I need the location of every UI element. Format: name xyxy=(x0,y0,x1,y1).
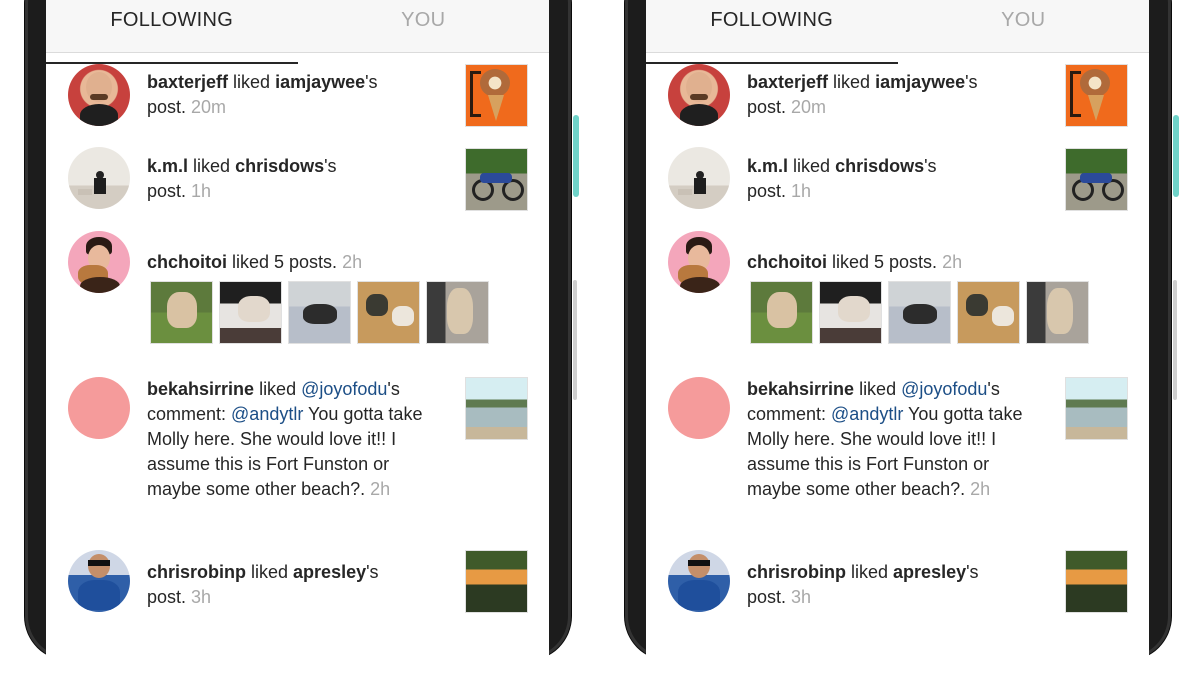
mention-link[interactable]: @joyofodu xyxy=(301,379,387,399)
timestamp: 20m xyxy=(191,97,227,117)
target-username[interactable]: chrisdows xyxy=(235,156,324,176)
post-thumbnail[interactable] xyxy=(426,281,489,344)
post-thumbnail[interactable] xyxy=(750,281,813,344)
post-thumbnail[interactable] xyxy=(465,64,528,127)
timestamp: 3h xyxy=(791,587,812,607)
post-thumbnail[interactable] xyxy=(819,281,882,344)
avatar-placeholder[interactable] xyxy=(68,377,130,439)
post-thumbnail[interactable] xyxy=(1065,377,1128,440)
post-thumbnail[interactable] xyxy=(957,281,1020,344)
tab-following[interactable]: FOLLOWING xyxy=(46,0,298,64)
post-thumbnail[interactable] xyxy=(888,281,951,344)
post-thumbnail[interactable] xyxy=(1026,281,1089,344)
side-button xyxy=(1173,280,1177,400)
tab-you[interactable]: YOU xyxy=(898,0,1150,52)
username[interactable]: baxterjeff xyxy=(147,72,228,92)
target-username[interactable]: iamjaywee xyxy=(275,72,365,92)
activity-text: chchoitoi liked 5 posts. 2h xyxy=(747,252,963,272)
activity-text: k.m.l liked chrisdows's post. 1h xyxy=(747,156,937,201)
post-thumbnail[interactable] xyxy=(465,377,528,440)
post-thumbnail[interactable] xyxy=(1065,64,1128,127)
liked-posts-grid xyxy=(750,281,1089,344)
mention-link[interactable]: @andytlr xyxy=(831,404,903,424)
side-button xyxy=(573,115,579,197)
avatar-placeholder[interactable] xyxy=(668,377,730,439)
timestamp: 3h xyxy=(191,587,212,607)
target-username[interactable]: apresley xyxy=(293,562,366,582)
tab-following[interactable]: FOLLOWING xyxy=(646,0,898,64)
activity-screen: FOLLOWING YOU baxterjeff liked iamjaywee… xyxy=(646,0,1149,700)
post-thumbnail[interactable] xyxy=(150,281,213,344)
post-thumbnail[interactable] xyxy=(288,281,351,344)
timestamp: 1h xyxy=(191,181,212,201)
mention-link[interactable]: @andytlr xyxy=(231,404,303,424)
avatar[interactable] xyxy=(668,64,730,126)
tab-you[interactable]: YOU xyxy=(298,0,550,52)
username[interactable]: chchoitoi xyxy=(147,252,227,272)
activity-text: chchoitoi liked 5 posts. 2h xyxy=(147,252,363,272)
post-thumbnail[interactable] xyxy=(465,148,528,211)
post-thumbnail[interactable] xyxy=(357,281,420,344)
avatar[interactable] xyxy=(68,147,130,209)
activity-screen: FOLLOWING YOU baxterjeff liked iamjaywee… xyxy=(46,0,549,700)
username[interactable]: k.m.l xyxy=(747,156,788,176)
username[interactable]: chrisrobinp xyxy=(747,562,846,582)
username[interactable]: bekahsirrine xyxy=(747,379,854,399)
avatar[interactable] xyxy=(68,550,130,612)
post-thumbnail[interactable] xyxy=(219,281,282,344)
timestamp: 1h xyxy=(791,181,812,201)
username[interactable]: k.m.l xyxy=(147,156,188,176)
activity-text: chrisrobinp liked apresley's post. 3h xyxy=(747,562,979,607)
activity-text: baxterjeff liked iamjaywee's post. 20m xyxy=(147,72,378,117)
post-thumbnail[interactable] xyxy=(1065,550,1128,613)
liked-posts-grid xyxy=(150,281,489,344)
phone-frame-right: FOLLOWING YOU baxterjeff liked iamjaywee… xyxy=(625,0,1179,700)
username[interactable]: chchoitoi xyxy=(747,252,827,272)
timestamp: 20m xyxy=(791,97,827,117)
timestamp: 2h xyxy=(342,252,363,272)
target-username[interactable]: iamjaywee xyxy=(875,72,965,92)
username[interactable]: baxterjeff xyxy=(747,72,828,92)
avatar[interactable] xyxy=(668,231,730,293)
timestamp: 2h xyxy=(370,479,391,499)
mention-link[interactable]: @joyofodu xyxy=(901,379,987,399)
avatar[interactable] xyxy=(668,147,730,209)
phone-frame-left: FOLLOWING YOU baxterjeff liked iamjaywee… xyxy=(25,0,579,700)
post-thumbnail[interactable] xyxy=(1065,148,1128,211)
activity-tabs: FOLLOWING YOU xyxy=(46,0,550,64)
activity-tabs: FOLLOWING YOU xyxy=(646,0,1150,64)
side-button xyxy=(573,280,577,400)
side-button xyxy=(1173,115,1179,197)
activity-text: bekahsirrine liked @joyofodu's comment: … xyxy=(747,379,1023,499)
activity-text: baxterjeff liked iamjaywee's post. 20m xyxy=(747,72,978,117)
username[interactable]: chrisrobinp xyxy=(147,562,246,582)
timestamp: 2h xyxy=(970,479,991,499)
avatar[interactable] xyxy=(68,231,130,293)
target-username[interactable]: chrisdows xyxy=(835,156,924,176)
timestamp: 2h xyxy=(942,252,963,272)
avatar[interactable] xyxy=(68,64,130,126)
activity-text: chrisrobinp liked apresley's post. 3h xyxy=(147,562,379,607)
username[interactable]: bekahsirrine xyxy=(147,379,254,399)
activity-text: k.m.l liked chrisdows's post. 1h xyxy=(147,156,337,201)
target-username[interactable]: apresley xyxy=(893,562,966,582)
activity-text: bekahsirrine liked @joyofodu's comment: … xyxy=(147,379,423,499)
post-thumbnail[interactable] xyxy=(465,550,528,613)
avatar[interactable] xyxy=(668,550,730,612)
